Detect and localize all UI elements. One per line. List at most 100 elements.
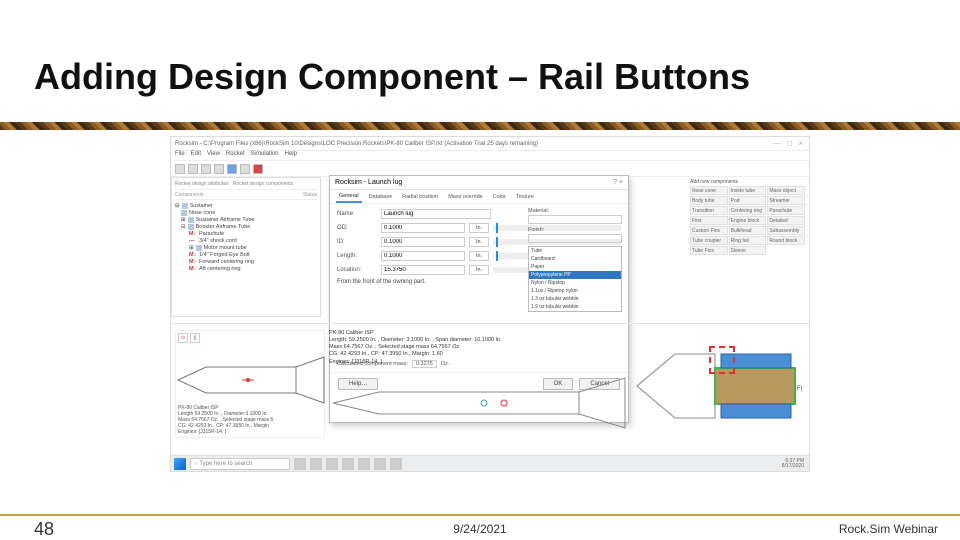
mat-option[interactable]: 1.9 oz tubular webbin [529,303,621,311]
id-field[interactable] [381,237,465,247]
tab-general[interactable]: General [336,191,362,203]
task-icon[interactable] [326,458,338,470]
menu-view[interactable]: View [207,151,220,160]
palette-item[interactable]: Fins [690,216,728,225]
view-tab[interactable]: ⊙ [178,333,188,343]
palette-item[interactable]: Tube Fins [690,246,728,255]
tray-date: 8/17/2020 [782,463,804,469]
material-select[interactable] [528,215,622,224]
palette-item[interactable]: Mass object [767,186,805,195]
mat-option-selected[interactable]: Polypropylene PP [529,271,621,279]
component-tree-panel: Rocket design attributes Rocket design c… [171,177,321,317]
menu-rocket[interactable]: Rocket [226,151,245,160]
tree-item[interactable]: Motor mount tube [204,245,247,251]
finish-select[interactable] [528,234,622,243]
tool-icon[interactable] [227,164,237,174]
unit-selector[interactable]: In. [469,265,489,275]
component-tree[interactable]: ⊟Sustainer Nose cone ⊞Sustainer Airframe… [175,202,317,272]
footer-divider [0,514,960,516]
tool-icon[interactable] [175,164,185,174]
tool-icon[interactable] [201,164,211,174]
tree-item[interactable]: 1/4" Forged Eye Bolt [199,252,250,258]
palette-item[interactable]: Streamer [767,196,805,205]
tool-icon[interactable] [240,164,250,174]
palette-item[interactable]: Custom Fins [690,226,728,235]
tree-item[interactable]: Booster Airframe Tube [196,224,251,230]
palette-item[interactable]: Pod [729,196,767,205]
start-icon[interactable] [174,458,186,470]
unit-selector[interactable]: In. [469,237,489,247]
palette-item[interactable]: Nose cone [690,186,728,195]
palette-item[interactable]: Round block [767,236,805,245]
task-icon[interactable] [294,458,306,470]
tree-item[interactable]: Nose cone [189,210,215,216]
palette-item[interactable]: Transition [690,206,728,215]
menubar[interactable]: File Edit View Rocket Simulation Help [171,151,809,161]
palette-item[interactable]: Inside tube [729,186,767,195]
tab-components[interactable]: Rocket design components [233,181,293,187]
component-palette: Add new components Nose cone Inside tube… [690,179,805,255]
palette-item[interactable]: Parachute [767,206,805,215]
col-components: Components [175,192,203,198]
tree-item[interactable]: Forward centering ring [199,259,254,265]
drawing-strip: ⊙∥ PK-80 Caliber ISP Length 59.2500 In. … [171,323,809,447]
task-icon[interactable] [390,458,402,470]
svg-text:F(Y): F(Y) [797,386,803,392]
windows-taskbar[interactable]: ○ Type here to search 6:37 PM8/17/2020 [171,455,809,471]
tab-color[interactable]: Color [490,192,509,202]
tab-attributes[interactable]: Rocket design attributes [175,181,229,187]
task-icon[interactable] [342,458,354,470]
menu-file[interactable]: File [175,151,185,160]
mat-option[interactable]: Paper [529,263,621,271]
mat-option[interactable]: 1.1oz / Ripstop nylon [529,287,621,295]
app-titlebar: Rocksim - C:\Program Files (x86)\RockSim… [171,137,809,151]
mat-option[interactable]: 1.3 oz tubular webbin [529,295,621,303]
tree-item[interactable]: Sustainer Airframe Tube [196,217,255,223]
help-icon[interactable] [253,164,263,174]
task-icon[interactable] [374,458,386,470]
task-icon[interactable] [358,458,370,470]
tab-radial[interactable]: Radial position [399,192,441,202]
close-icon[interactable]: ? × [613,179,623,186]
tab-mass[interactable]: Mass override [445,192,486,202]
taskbar-search[interactable]: ○ Type here to search [190,458,290,470]
palette-item[interactable]: Body tube [690,196,728,205]
left-rocket-view: ⊙∥ PK-80 Caliber ISP Length 59.2500 In. … [175,330,325,438]
tree-item[interactable]: Aft centering ring [199,266,241,272]
tool-icon[interactable] [188,164,198,174]
dialog-tabs[interactable]: General Database Radial position Mass ov… [330,190,628,204]
menu-simulation[interactable]: Simulation [251,151,279,160]
palette-item[interactable]: Subassembly [767,226,805,235]
tree-item[interactable]: Parachute [199,231,224,237]
mat-option[interactable]: Tube [529,247,621,255]
task-icon[interactable] [310,458,322,470]
length-field[interactable] [381,251,465,261]
tab-database[interactable]: Database [366,192,396,202]
location-field[interactable] [381,265,465,275]
tree-item[interactable]: 3/4" shock cord [199,238,237,244]
mat-option[interactable]: Nylon / Ripstop [529,279,621,287]
palette-item[interactable]: Tube coupler [690,236,728,245]
tool-icon[interactable] [214,164,224,174]
unit-selector[interactable]: In. [469,223,489,233]
unit-selector[interactable]: In. [469,251,489,261]
slide-date: 9/24/2021 [0,522,960,536]
name-field[interactable] [381,209,491,219]
material-dropdown-list[interactable]: Tube Cardboard Paper Polypropylene PP Ny… [528,246,622,312]
location-label: Location: [337,267,377,273]
palette-item[interactable]: Bulkhead [729,226,767,235]
tree-root[interactable]: Sustainer [190,203,213,209]
palette-item[interactable]: Sleeve [729,246,767,255]
palette-item[interactable]: Ring tail [729,236,767,245]
palette-item[interactable]: Detailed [767,216,805,225]
mat-option[interactable]: Cardboard [529,255,621,263]
system-tray[interactable]: 6:37 PM8/17/2020 [782,459,806,469]
tab-texture[interactable]: Texture [513,192,537,202]
palette-item[interactable]: Centering ring [729,206,767,215]
window-controls[interactable]: — □ × [773,139,805,148]
menu-edit[interactable]: Edit [191,151,201,160]
palette-item[interactable]: Engine block [729,216,767,225]
menu-help[interactable]: Help [285,151,297,160]
od-field[interactable] [381,223,465,233]
view-tab[interactable]: ∥ [190,333,200,343]
